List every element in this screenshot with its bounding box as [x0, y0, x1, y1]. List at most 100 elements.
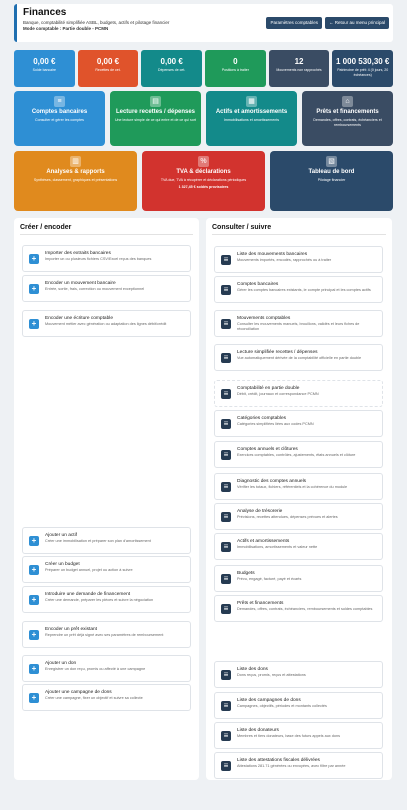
consult-item[interactable]: ≡ Lecture simplifiée recettes / dépenses V… [214, 344, 383, 371]
module-tile[interactable]: ▥ Analyses & rapports Synthèses, classemen… [14, 151, 137, 211]
module-tile[interactable]: ⌂ Prêts et financements Demandes, offres, … [302, 91, 393, 146]
consult-item[interactable]: ≡ Liste des dons Dons reçus, promis, reçus… [214, 661, 383, 688]
create-item[interactable]: + Encoder un prêt existant Reprendre un pr… [22, 621, 191, 648]
plus-icon: + [29, 319, 39, 329]
plus-icon: + [29, 536, 39, 546]
module-desc: Pilotage financier [317, 178, 346, 182]
plus-icon: + [29, 595, 39, 605]
stat-card: 0,00 € Dépenses de cet. [141, 50, 203, 87]
stat-label: Dépenses de cet. [158, 68, 186, 72]
consult-item-desc: Catégories simplifiées liées aux codes P… [237, 422, 314, 426]
consult-panel: Consulter / suivre ≡ Liste des mouvements… [206, 218, 392, 780]
create-item-desc: Créer une demande, préparer les pièces e… [45, 598, 154, 602]
module-icon: ≡ [54, 96, 65, 107]
module-tile[interactable]: ▧ Tableau de bord Pilotage financier [270, 151, 393, 211]
module-icon: ⌂ [342, 96, 353, 107]
module-tile[interactable]: ≡ Comptes bancaires Consulter et gérer les… [14, 91, 105, 146]
list-icon: ≡ [221, 604, 231, 614]
consult-item[interactable]: ≡ Analyse de trésorerie Prévisions, recett… [214, 503, 383, 530]
consult-item[interactable]: ≡ Diagnostic des comptes annuels Vérifier … [214, 473, 383, 500]
consult-heading: Consulter / suivre [212, 224, 386, 235]
consult-item[interactable]: ≡ Liste des donateurs Membres et tiers don… [214, 722, 383, 749]
module-icon: % [198, 156, 209, 167]
create-item[interactable]: + Ajouter un actif Créer une immobilisatio… [22, 527, 191, 554]
module-icon: ▧ [326, 156, 337, 167]
consult-item-desc: Mouvements importés, encodés, rapprochés… [237, 258, 332, 262]
consult-item[interactable]: ≡ Prêts et financements Demandes, offres, … [214, 595, 383, 622]
stat-value: 0 [233, 57, 238, 66]
module-title: TVA & déclarations [176, 169, 231, 175]
module-title: Actifs et amortissements [215, 109, 288, 115]
consult-item[interactable]: ≡ Catégories comptables Catégories simplif… [214, 410, 383, 437]
list-icon: ≡ [221, 574, 231, 584]
page-header: Finances Banque, comptabilité simplifiée… [14, 4, 393, 42]
list-icon: ≡ [221, 482, 231, 492]
plus-icon: + [29, 693, 39, 703]
consult-item-desc: Exercices comptables, contrôles, ajustem… [237, 453, 356, 457]
stat-label: Positions à traiter [221, 68, 249, 72]
consult-item-desc: Prévisions, recettes attendues, dépenses… [237, 515, 338, 519]
create-item[interactable]: + Ajouter une campagne de dons Créer une c… [22, 684, 191, 711]
create-item[interactable]: + Créer un budget Préparer un budget annue… [22, 556, 191, 583]
plus-icon: + [29, 630, 39, 640]
module-tile[interactable]: ▦ Actifs et amortissements Immobilisations… [206, 91, 297, 146]
consult-item[interactable]: ≡ Comptes annuels et clôtures Exercices co… [214, 441, 383, 468]
accounting-settings-button[interactable]: Paramètres comptables [266, 17, 322, 29]
list-icon: ≡ [221, 319, 231, 329]
create-item[interactable]: + Introduire une demande de financement Cr… [22, 586, 191, 613]
create-item-desc: Importer un ou plusieurs fichiers CSV/Ex… [45, 257, 152, 261]
list-icon: ≡ [221, 512, 231, 522]
module-desc: Demandes, offres, contrats, échéanciers … [313, 118, 382, 127]
module-icon: ▦ [246, 96, 257, 107]
consult-item[interactable]: ≡ Liste des mouvements bancaires Mouvement… [214, 246, 383, 273]
list-icon: ≡ [221, 542, 231, 552]
create-item[interactable]: + Ajouter un don Enregistrer un don reçu, … [22, 655, 191, 682]
consult-item[interactable]: ≡ Comptes bancaires Gérer les comptes banc… [214, 276, 383, 303]
consult-item[interactable]: ≡ Budgets Prévu, engagé, facturé, payé et … [214, 565, 383, 592]
module-tile[interactable]: ▤ Lecture recettes / dépenses Une lecture … [110, 91, 201, 146]
module-title: Comptes bancaires [31, 109, 88, 115]
module-desc: Consulter et gérer les comptes [35, 118, 84, 122]
consult-item-desc: Prévu, engagé, facturé, payé et écarts [237, 577, 302, 581]
consult-item-desc: Campagnes, objectifs, périodes et montan… [237, 704, 327, 708]
create-item-desc: Créer une campagne, fixer un objectif et… [45, 696, 143, 700]
module-tiles-row-1: ≡ Comptes bancaires Consulter et gérer les… [14, 91, 393, 146]
create-item[interactable]: + Encoder une écriture comptable Mouvement… [22, 310, 191, 337]
module-icon: ▤ [150, 96, 161, 107]
back-to-menu-button[interactable]: ← Retour au menu principal [324, 17, 389, 29]
plus-icon: + [29, 565, 39, 575]
consult-item[interactable]: ≡ Liste des campagnes de dons Campagnes, o… [214, 692, 383, 719]
stat-label: Recettes de cet. [95, 68, 121, 72]
list-icon: ≡ [221, 761, 231, 771]
module-title: Prêts et financements [316, 109, 379, 115]
create-item[interactable]: + Importer des extraits bancaires Importer… [22, 245, 191, 272]
module-icon: ▥ [70, 156, 81, 167]
stat-label: Solde bancaire [32, 68, 57, 72]
consult-item[interactable]: ≡ Actifs et amortissements Immobilisations… [214, 533, 383, 560]
stat-card: 0 Positions à traiter [205, 50, 266, 87]
list-icon: ≡ [221, 450, 231, 460]
consult-item-desc: Débit, crédit, journaux et correspondanc… [237, 392, 319, 396]
module-desc: Une lecture simple de ce qui entre et de… [114, 118, 197, 122]
module-desc: TVA due, TVA à récupérer et déclarations… [160, 178, 247, 182]
create-item-desc: Reprendre un prêt déjà signé avec ses pa… [45, 633, 164, 637]
module-desc: Immobilisations et amortissements [223, 118, 280, 122]
list-icon: ≡ [221, 389, 231, 399]
module-tile[interactable]: % TVA & déclarations TVA due, TVA à récupé… [142, 151, 265, 211]
consult-item-desc: Membres et tiers donateurs, base des fut… [237, 734, 340, 738]
stat-value: 1 000 530,30 € [336, 57, 390, 66]
consult-item[interactable]: ≡ Liste des attestations fiscales délivré… [214, 752, 383, 779]
create-item[interactable]: + Encoder un mouvement bancaire Entrée, so… [22, 275, 191, 302]
stat-card: 0,00 € Recettes de cet. [77, 50, 139, 87]
consult-item[interactable]: ≡ Comptabilité en partie double Débit, cré… [214, 380, 383, 407]
consult-item-desc: Demandes, offres, contrats, échéanciers,… [237, 607, 373, 611]
create-item-desc: Enregistrer un don reçu, promis ou affec… [45, 667, 146, 671]
consult-item-desc: Dons reçus, promis, reçus et attestation… [237, 673, 306, 677]
consult-item[interactable]: ≡ Mouvements comptables Consulter les mouv… [214, 310, 383, 337]
list-icon: ≡ [221, 285, 231, 295]
create-item-desc: Créer une immobilisation et préparer son… [45, 539, 151, 543]
module-title: Lecture recettes / dépenses [115, 109, 196, 115]
create-item-desc: Entrée, sortie, frais, correction ou mou… [45, 287, 145, 291]
consult-item-desc: Immobilisations, amortissements et valeu… [237, 545, 318, 549]
plus-icon: + [29, 664, 39, 674]
